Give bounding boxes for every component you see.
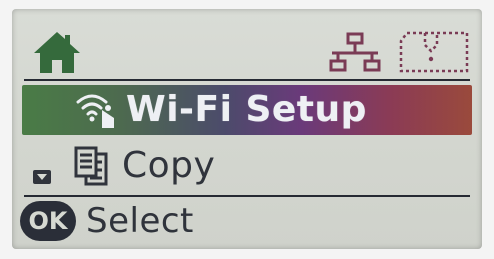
lcd-screen: Wi-Fi Setup Copy OK Select <box>12 9 482 249</box>
home-icon[interactable] <box>32 29 82 75</box>
menu-item-label: Wi-Fi Setup <box>126 89 367 130</box>
copy-icon <box>74 146 108 186</box>
bottom-divider <box>24 195 470 197</box>
menu-item-label: Copy <box>122 145 216 186</box>
top-divider <box>24 79 470 81</box>
ok-button[interactable]: OK <box>20 201 76 241</box>
wired-network-icon <box>329 32 381 72</box>
memory-card-icon <box>399 31 469 73</box>
down-arrow-icon[interactable] <box>32 169 52 185</box>
wifi-setup-icon <box>76 94 114 128</box>
printer-panel-bezel: Wi-Fi Setup Copy OK Select <box>0 0 494 259</box>
menu-item-copy[interactable]: Copy <box>22 141 472 191</box>
select-hint: Select <box>86 201 194 241</box>
menu-item-wifi-setup[interactable]: Wi-Fi Setup <box>22 85 472 135</box>
ok-button-label: OK <box>28 207 68 235</box>
